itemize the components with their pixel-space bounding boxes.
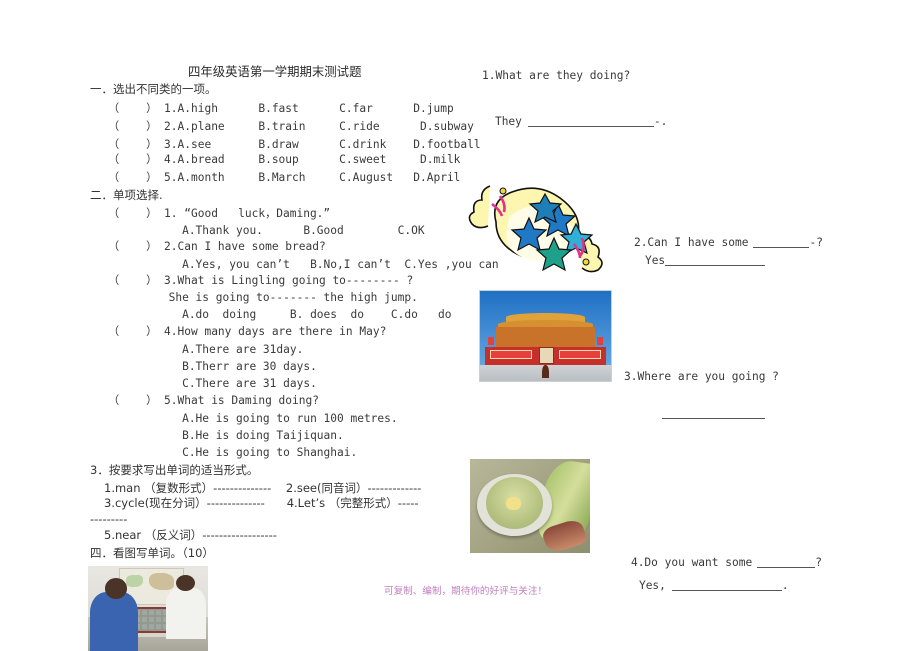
right-q1-answer-line: They -. xyxy=(468,104,667,139)
soup-liquid xyxy=(486,476,543,529)
section-3-line-4: 5.near （反义词）------------------ xyxy=(104,528,277,542)
right-q2-answer-blank[interactable] xyxy=(665,254,766,267)
section-2-line-11: C.There are 31 days. xyxy=(108,377,317,390)
chess-photo-boy-right xyxy=(166,574,206,640)
tiananmen-banner-right xyxy=(559,350,601,360)
section-2-line-1: （ ） 1. “Good luck，Daming.” xyxy=(108,207,331,220)
candy-clipart xyxy=(466,172,604,274)
chess-photo xyxy=(88,566,208,651)
flag-right-1 xyxy=(596,336,604,345)
section-2-line-15: C.He is going to Shanghai. xyxy=(108,446,358,459)
section-4-heading: 四．看图写单词。（10） xyxy=(90,546,214,560)
section-2-heading: 二．单项选择. xyxy=(90,188,163,202)
section-2-line-10: B.Therr are 30 days. xyxy=(108,360,317,373)
right-q1-answer-prefix: They xyxy=(494,115,522,129)
candy-dot-1 xyxy=(499,187,507,195)
section-2-line-13: A.He is going to run 100 metres. xyxy=(108,412,398,425)
section-1-item-3: （ ） 3.A.see B.draw C.drink D.football xyxy=(108,138,481,151)
worksheet-page: 四年级英语第一学期期末测试题 一．选出不同类的一项。 （ ） 1.A.high … xyxy=(0,0,920,651)
tiananmen-portrait xyxy=(538,346,555,364)
butter-pat xyxy=(506,497,522,510)
section-1-item-5: （ ） 5.A.month B.March C.August D.April xyxy=(108,171,461,184)
boy-left-head xyxy=(104,578,127,599)
right-q4-answer-suffix: . xyxy=(781,579,789,593)
section-2-line-5: （ ） 3.What is Lingling going to-------- … xyxy=(108,274,414,287)
section-1-heading: 一．选出不同类的一项。 xyxy=(90,82,217,96)
section-2-line-6: She is going to------- the high jump. xyxy=(108,291,418,304)
section-2-line-9: A.There are 31day. xyxy=(108,343,304,356)
soup-photo xyxy=(470,459,590,553)
candy-dot-2 xyxy=(582,258,590,266)
section-3-line-2: 3.cycle(现在分词）-------------- 4.Let’s （完整形… xyxy=(104,496,419,510)
right-q4-blank[interactable] xyxy=(757,556,816,569)
section-2-line-7: A.do doing B. does do C.do do xyxy=(108,308,452,321)
flag-left-1 xyxy=(487,336,495,345)
section-1-item-2: （ ） 2.A.plane B.train C.ride D.subway xyxy=(108,120,474,133)
candy-icon xyxy=(468,185,603,273)
section-1-item-1: （ ） 1.A.high B.fast C.far D.jump xyxy=(108,102,454,115)
right-q2-question-after: -? xyxy=(809,236,823,250)
boy-right-head xyxy=(175,574,195,592)
section-3-heading: 3．按要求写出单词的适当形式。 xyxy=(90,463,259,477)
section-3-line-3: --------- xyxy=(90,512,128,526)
right-q2-answer-prefix: Yes xyxy=(644,254,666,268)
soup-bowl xyxy=(477,474,552,537)
section-2-line-3: （ ） 2.Can I have some bread? xyxy=(108,240,326,253)
page-title: 四年级英语第一学期期末测试题 xyxy=(188,64,362,79)
right-q2-answer-line: Yes xyxy=(618,243,766,278)
watermark-text: 可复制、编制，期待你的好评与关注！ xyxy=(384,586,548,597)
tiananmen-archway xyxy=(542,364,549,379)
section-2-line-12: （ ） 5.What is Daming doing? xyxy=(108,394,319,407)
right-q4-answer-line: Yes,. xyxy=(612,568,789,603)
right-q3-blank[interactable] xyxy=(661,407,765,420)
section-1-item-4: （ ） 4.A.bread B.soup C.sweet D.milk xyxy=(108,153,461,166)
right-q3-question: 3.Where are you going ? xyxy=(624,370,779,383)
right-q1-question: 1.What are they doing? xyxy=(482,69,631,82)
tiananmen-photo xyxy=(479,290,612,382)
section-2-line-14: B.He is doing Taijiquan. xyxy=(108,429,344,442)
right-q1-answer-suffix: -. xyxy=(653,115,668,129)
tiananmen-banner-left xyxy=(490,350,532,360)
chess-photo-boy-left xyxy=(90,578,139,651)
right-q4-answer-blank[interactable] xyxy=(671,579,782,592)
section-2-line-2: A.Thank you. B.Good C.OK xyxy=(108,224,425,237)
right-q4-answer-prefix: Yes, xyxy=(638,579,666,593)
section-2-line-8: （ ） 4.How many days are there in May? xyxy=(108,325,387,338)
right-q1-blank[interactable] xyxy=(527,115,654,128)
section-2-line-4: A.Yes, you can’t B.No,I can’t C.Yes ,you… xyxy=(108,258,499,271)
right-q4-question-after: ? xyxy=(815,556,822,570)
right-q3-answer-line xyxy=(635,396,765,431)
section-3-line-1: 1.man （复数形式）-------------- 2.see(同音词）---… xyxy=(104,481,422,495)
